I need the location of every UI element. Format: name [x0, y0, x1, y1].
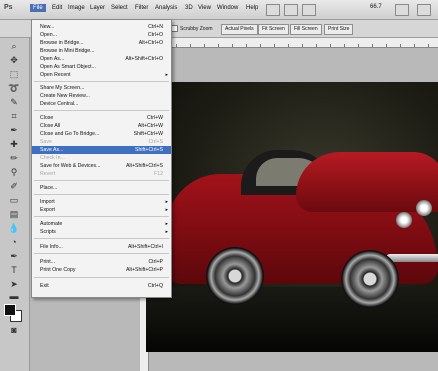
- menu-image[interactable]: Image: [68, 5, 85, 11]
- ground: [146, 287, 438, 352]
- menu-item-browse-mini-bridge[interactable]: Browse in Mini Bridge...: [32, 47, 171, 55]
- menu-item-close-go-bridge[interactable]: Close and Go To Bridge... Shift+Ctrl+W: [32, 130, 171, 138]
- menu-view[interactable]: View: [198, 5, 211, 11]
- shape-tool-icon[interactable]: ▬: [4, 290, 24, 303]
- clone-stamp-tool-icon[interactable]: ⚲: [4, 166, 24, 179]
- pen-tool-icon[interactable]: ✒: [4, 250, 24, 263]
- fill-screen-button[interactable]: Fill Screen: [290, 24, 322, 35]
- menu-item-open[interactable]: Open... Ctrl+O: [32, 31, 171, 39]
- submenu-arrow-icon: ▸: [165, 229, 168, 235]
- screen-mode-button[interactable]: [417, 4, 431, 16]
- brush-tool-icon[interactable]: ✏: [4, 152, 24, 165]
- submenu-arrow-icon: ▸: [165, 207, 168, 213]
- foreground-color-swatch[interactable]: [4, 304, 16, 316]
- menu-item-import[interactable]: Import ▸: [32, 198, 171, 206]
- scrubby-zoom-checkbox[interactable]: Scrubby Zoom: [171, 25, 213, 32]
- menu-select[interactable]: Select: [111, 5, 128, 11]
- menu-item-export[interactable]: Export ▸: [32, 206, 171, 214]
- quick-select-tool-icon[interactable]: ✎: [4, 96, 24, 109]
- menu-separator: [34, 110, 169, 111]
- headlight: [416, 200, 432, 216]
- actual-pixels-button[interactable]: Actual Pixels: [221, 24, 258, 35]
- tools-panel: ⌕ ✥ ⬚ ➰ ✎ ⌗ ✒ ✚ ✏ ⚲ ✐ ▭ ▤ 💧 ◔ ✒ T ➤ ▬ ◙: [0, 38, 30, 371]
- blur-tool-icon[interactable]: 💧: [4, 222, 24, 235]
- menu-item-close-all[interactable]: Close All Alt+Ctrl+W: [32, 122, 171, 130]
- fog-light: [396, 212, 412, 228]
- submenu-arrow-icon: ▸: [165, 72, 168, 78]
- menu-layer[interactable]: Layer: [90, 5, 105, 11]
- front-wheel: [341, 250, 399, 308]
- menu-item-browse-bridge[interactable]: Browse in Bridge... Alt+Ctrl+O: [32, 39, 171, 47]
- menu-item-revert[interactable]: Revert F12: [32, 170, 171, 178]
- healing-brush-tool-icon[interactable]: ✚: [4, 138, 24, 151]
- marquee-tool-icon[interactable]: ⬚: [4, 68, 24, 81]
- bridge-button[interactable]: [266, 4, 280, 16]
- menu-item-share-screen[interactable]: Share My Screen...: [32, 84, 171, 92]
- menu-filter[interactable]: Filter: [135, 5, 148, 11]
- menu-item-place[interactable]: Place...: [32, 184, 171, 192]
- menu-analysis[interactable]: Analysis: [155, 5, 177, 11]
- file-menu-dropdown: New... Ctrl+N Open... Ctrl+O Browse in Bri…: [31, 19, 172, 298]
- menu-window[interactable]: Window: [217, 5, 238, 11]
- menu-item-save[interactable]: Save Ctrl+S: [32, 138, 171, 146]
- menu-3d[interactable]: 3D: [185, 5, 193, 11]
- type-tool-icon[interactable]: T: [4, 264, 24, 277]
- menu-item-open-as[interactable]: Open As... Alt+Shift+Ctrl+O: [32, 55, 171, 63]
- menu-bar: Ps File Edit Image Layer Select Filter A…: [0, 0, 438, 20]
- crop-tool-icon[interactable]: ⌗: [4, 110, 24, 123]
- menu-item-save-for-web[interactable]: Save for Web & Devices... Alt+Shift+Ctrl+…: [32, 162, 171, 170]
- menu-item-exit[interactable]: Exit Ctrl+Q: [32, 282, 171, 290]
- eyedropper-tool-icon[interactable]: ✒: [4, 124, 24, 137]
- menu-item-open-recent[interactable]: Open Recent ▸: [32, 71, 171, 79]
- fit-screen-button[interactable]: Fit Screen: [258, 24, 289, 35]
- menu-item-file-info[interactable]: File Info... Alt+Shift+Ctrl+I: [32, 243, 171, 251]
- menu-separator: [34, 253, 169, 254]
- car-photo-canvas[interactable]: [146, 82, 438, 352]
- arrange-documents-button[interactable]: [395, 4, 409, 16]
- view-extras-button[interactable]: [302, 4, 316, 16]
- checkbox-icon: [171, 25, 178, 32]
- menu-separator: [34, 238, 169, 239]
- menu-item-automate[interactable]: Automate ▸: [32, 220, 171, 228]
- menu-item-check-in[interactable]: Check In...: [32, 154, 171, 162]
- menu-item-save-as[interactable]: Save As... Shift+Ctrl+S: [32, 146, 171, 154]
- menu-item-device-central[interactable]: Device Central...: [32, 100, 171, 108]
- zoom-level[interactable]: 66.7: [370, 4, 382, 10]
- rear-wheel: [206, 247, 264, 305]
- quick-mask-icon[interactable]: ◙: [4, 324, 24, 337]
- menu-item-print[interactable]: Print... Ctrl+P: [32, 258, 171, 266]
- menu-separator: [34, 277, 169, 278]
- print-size-button[interactable]: Print Size: [324, 24, 354, 35]
- menu-separator: [34, 81, 169, 82]
- zoom-tool-icon[interactable]: ⌕: [4, 40, 24, 53]
- move-tool-icon[interactable]: ✥: [4, 54, 24, 67]
- menu-item-open-smart-object[interactable]: Open As Smart Object...: [32, 63, 171, 71]
- dodge-tool-icon[interactable]: ◔: [4, 236, 24, 249]
- menu-item-print-one-copy[interactable]: Print One Copy Alt+Shift+Ctrl+P: [32, 266, 171, 274]
- lasso-tool-icon[interactable]: ➰: [4, 82, 24, 95]
- menu-edit[interactable]: Edit: [52, 5, 62, 11]
- mini-bridge-button[interactable]: [284, 4, 298, 16]
- eraser-tool-icon[interactable]: ▭: [4, 194, 24, 207]
- menu-item-scripts[interactable]: Scripts ▸: [32, 228, 171, 236]
- menu-item-create-review[interactable]: Create New Review...: [32, 92, 171, 100]
- history-brush-tool-icon[interactable]: ✐: [4, 180, 24, 193]
- menu-item-close[interactable]: Close Ctrl+W: [32, 114, 171, 122]
- menu-item-new[interactable]: New... Ctrl+N: [32, 23, 171, 31]
- photoshop-logo-icon: Ps: [4, 4, 13, 11]
- gradient-tool-icon[interactable]: ▤: [4, 208, 24, 221]
- menu-separator: [34, 194, 169, 195]
- scrubby-zoom-label: Scrubby Zoom: [180, 25, 213, 32]
- menu-separator: [34, 216, 169, 217]
- menu-separator: [34, 180, 169, 181]
- submenu-arrow-icon: ▸: [165, 199, 168, 205]
- horizontal-ruler: [148, 38, 438, 48]
- submenu-arrow-icon: ▸: [165, 221, 168, 227]
- chrome-bumper: [386, 254, 438, 262]
- menu-help[interactable]: Help: [246, 5, 258, 11]
- menu-file[interactable]: File: [30, 4, 46, 12]
